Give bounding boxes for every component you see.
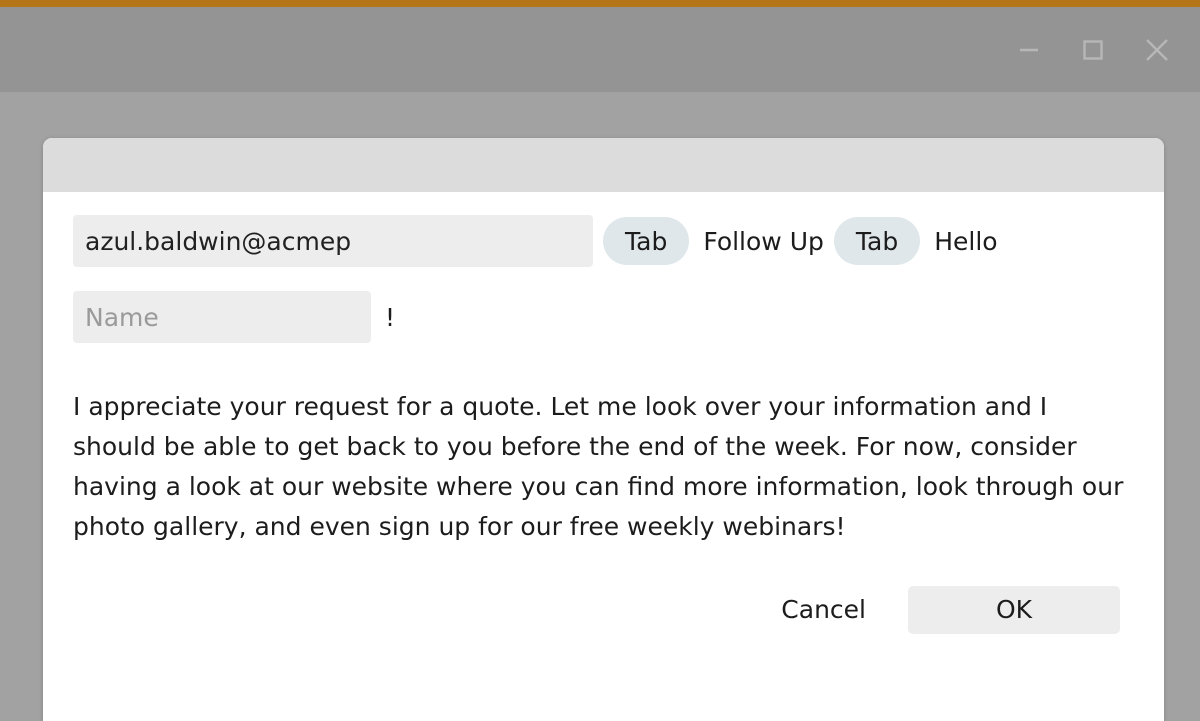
minimize-icon	[1016, 37, 1042, 63]
maximize-button[interactable]	[1076, 33, 1110, 67]
window-controls	[1012, 33, 1200, 67]
name-field[interactable]	[73, 291, 371, 343]
email-template-dialog: Tab Follow Up Tab Hello ! I appreciate y…	[43, 138, 1164, 721]
tab-pill-2[interactable]: Tab	[833, 217, 921, 265]
application-window: Tab Follow Up Tab Hello ! I appreciate y…	[0, 0, 1200, 721]
dialog-header	[43, 138, 1164, 192]
cancel-button[interactable]: Cancel	[775, 583, 872, 636]
message-body-text: I appreciate your request for a quote. L…	[73, 392, 1124, 541]
window-titlebar[interactable]	[0, 7, 1200, 92]
dialog-footer: Cancel OK	[73, 583, 1134, 636]
tab-pill-1[interactable]: Tab	[603, 217, 690, 265]
close-icon	[1142, 35, 1172, 65]
exclamation-token: !	[385, 302, 396, 332]
email-field[interactable]	[73, 215, 593, 267]
follow-up-token: Follow Up	[703, 226, 824, 256]
hello-token: Hello	[934, 226, 998, 256]
maximize-icon	[1080, 37, 1106, 63]
name-row: !	[73, 291, 1134, 343]
minimize-button[interactable]	[1012, 33, 1046, 67]
recipient-row: Tab Follow Up Tab Hello	[73, 215, 1134, 267]
dialog-body: Tab Follow Up Tab Hello ! I appreciate y…	[43, 215, 1164, 636]
accent-strip	[0, 0, 1200, 7]
ok-button[interactable]: OK	[908, 585, 1120, 634]
close-button[interactable]	[1140, 33, 1174, 67]
